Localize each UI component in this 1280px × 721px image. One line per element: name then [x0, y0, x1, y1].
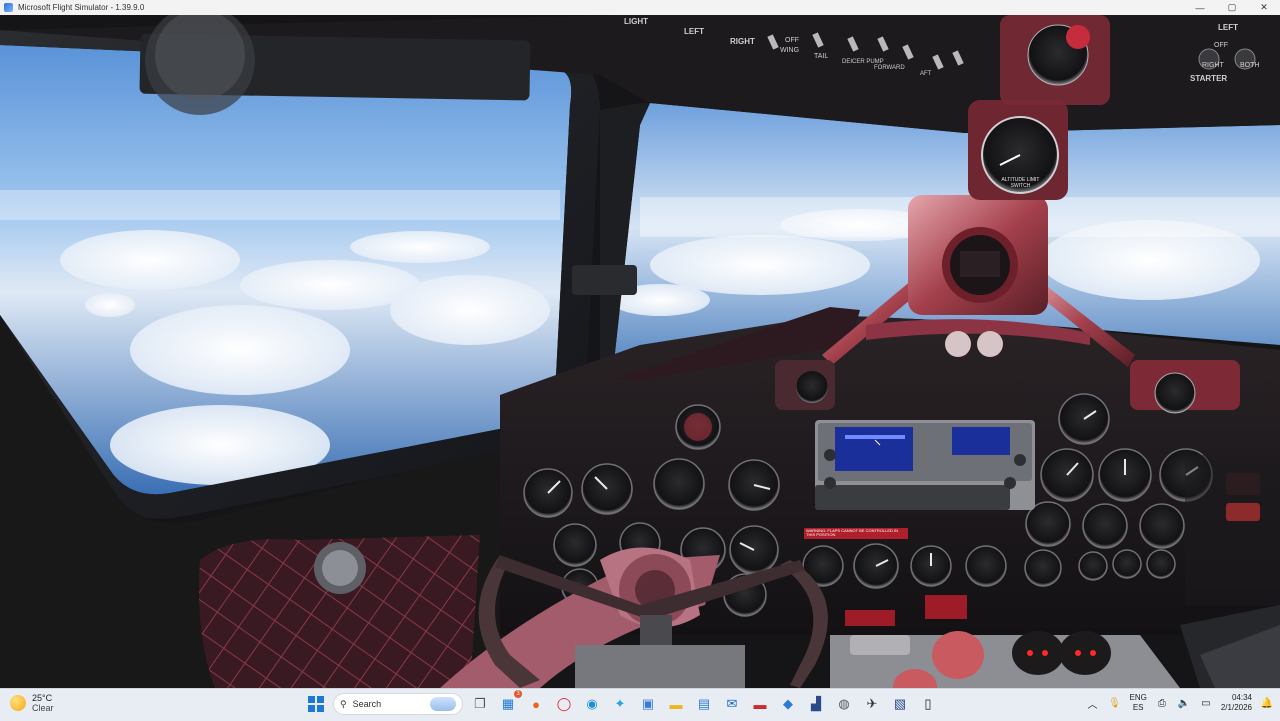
overhead-label-off: OFF [785, 37, 799, 44]
overhead-label-light: LIGHT [624, 17, 648, 26]
microphone-icon[interactable]: 🎙 [1108, 696, 1122, 710]
edge-icon[interactable]: ◉ [581, 693, 603, 715]
outlook-icon[interactable]: ✉ [721, 693, 743, 715]
engine-label-right: RIGHT [1202, 62, 1224, 69]
file-explorer-icon[interactable]: ▬ [665, 693, 687, 715]
language-indicator[interactable]: ENG ES [1130, 693, 1147, 713]
clock-time: 04:34 [1231, 693, 1252, 702]
windows-logo-tile [317, 705, 324, 712]
weather-widget[interactable]: 25°C Clear [10, 693, 54, 713]
overhead-label-left: LEFT [684, 27, 704, 36]
store-icon[interactable]: ▣ [637, 693, 659, 715]
opera-icon[interactable]: ◯ [553, 693, 575, 715]
warning-placard: WARNING: FLAPS CANNOT BE CONTROLLED IN T… [806, 528, 899, 537]
overhead-label-forward: FORWARD [874, 65, 905, 71]
task-view-icon[interactable]: ❐ [469, 693, 491, 715]
network-icon[interactable]: ⎙ [1155, 696, 1169, 710]
firefox-icon[interactable]: ● [525, 693, 547, 715]
cockpit-view[interactable]: LIGHT LEFT RIGHT OFF WING TAIL DEICER PU… [0, 15, 1280, 688]
phone-app-icon[interactable]: ▯ [917, 693, 939, 715]
language-code: ENG [1129, 693, 1147, 702]
battery-icon[interactable]: ▭ [1199, 696, 1213, 710]
window-title: Microsoft Flight Simulator - 1.39.9.0 [18, 3, 145, 12]
minimize-button[interactable]: — [1184, 0, 1216, 15]
weather-temperature: 25°C [32, 693, 53, 703]
altitude-limit-switch-label: ALTITUDE LIMIT SWITCH [1001, 177, 1040, 189]
overhead-label-wing: WING [780, 47, 800, 54]
copilot-icon[interactable]: ✦ [609, 693, 631, 715]
chrome-icon[interactable]: ◍ [833, 693, 855, 715]
volume-icon[interactable]: 🔈 [1177, 696, 1191, 710]
bag-app-icon[interactable]: ▟ [805, 693, 827, 715]
maximize-button[interactable]: ▢ [1216, 0, 1248, 15]
engine-label-starter: STARTER [1190, 74, 1228, 83]
close-button[interactable]: ✕ [1248, 0, 1280, 15]
flight-simulator-app-icon [4, 3, 13, 12]
flight-simulator-icon[interactable]: ✈ [861, 693, 883, 715]
notification-bell-icon[interactable]: 🔔 [1260, 696, 1274, 710]
windows-logo-tile [308, 705, 315, 712]
engine-label-left: LEFT [1218, 23, 1238, 32]
search-box[interactable]: ⚲ Search [333, 693, 463, 715]
overhead-label-right: RIGHT [730, 37, 755, 46]
window-title-bar: Microsoft Flight Simulator - 1.39.9.0 — … [0, 0, 1280, 15]
red-app-icon[interactable]: ▬ [749, 693, 771, 715]
windows-logo-tile [308, 696, 315, 703]
search-highlight-icon [430, 697, 456, 711]
notification-badge: 3 [514, 690, 522, 698]
system-clock[interactable]: 04:34 2/1/2026 [1221, 693, 1252, 713]
windows-taskbar: 25°C Clear ⚲ Search ❐ ▦ 3 ● ◯ ◉ ✦ ▣ ▬ ▤ ✉… [0, 688, 1280, 721]
weather-sun-icon [10, 695, 26, 711]
blue-app-icon[interactable]: ◆ [777, 693, 799, 715]
language-region: ES [1132, 703, 1144, 712]
chevron-up-icon[interactable]: ︿ [1086, 696, 1100, 711]
engine-label-off: OFF [1214, 42, 1228, 49]
windows-logo-tile [317, 696, 324, 703]
engine-label-both: BOTH [1240, 62, 1260, 69]
search-icon: ⚲ [340, 698, 347, 709]
widgets-icon[interactable]: ▦ 3 [497, 690, 522, 715]
overhead-label-tail: TAIL [814, 53, 829, 60]
clock-date: 2/1/2026 [1220, 703, 1252, 712]
left-window-view [0, 45, 572, 495]
search-placeholder: Search [352, 699, 382, 709]
overhead-label-aft: AFT [920, 71, 932, 77]
msfs-app-icon[interactable]: ▧ [889, 693, 911, 715]
weather-condition: Clear [32, 703, 54, 713]
start-button[interactable] [305, 693, 327, 715]
calendar-icon[interactable]: ▤ [693, 693, 715, 715]
